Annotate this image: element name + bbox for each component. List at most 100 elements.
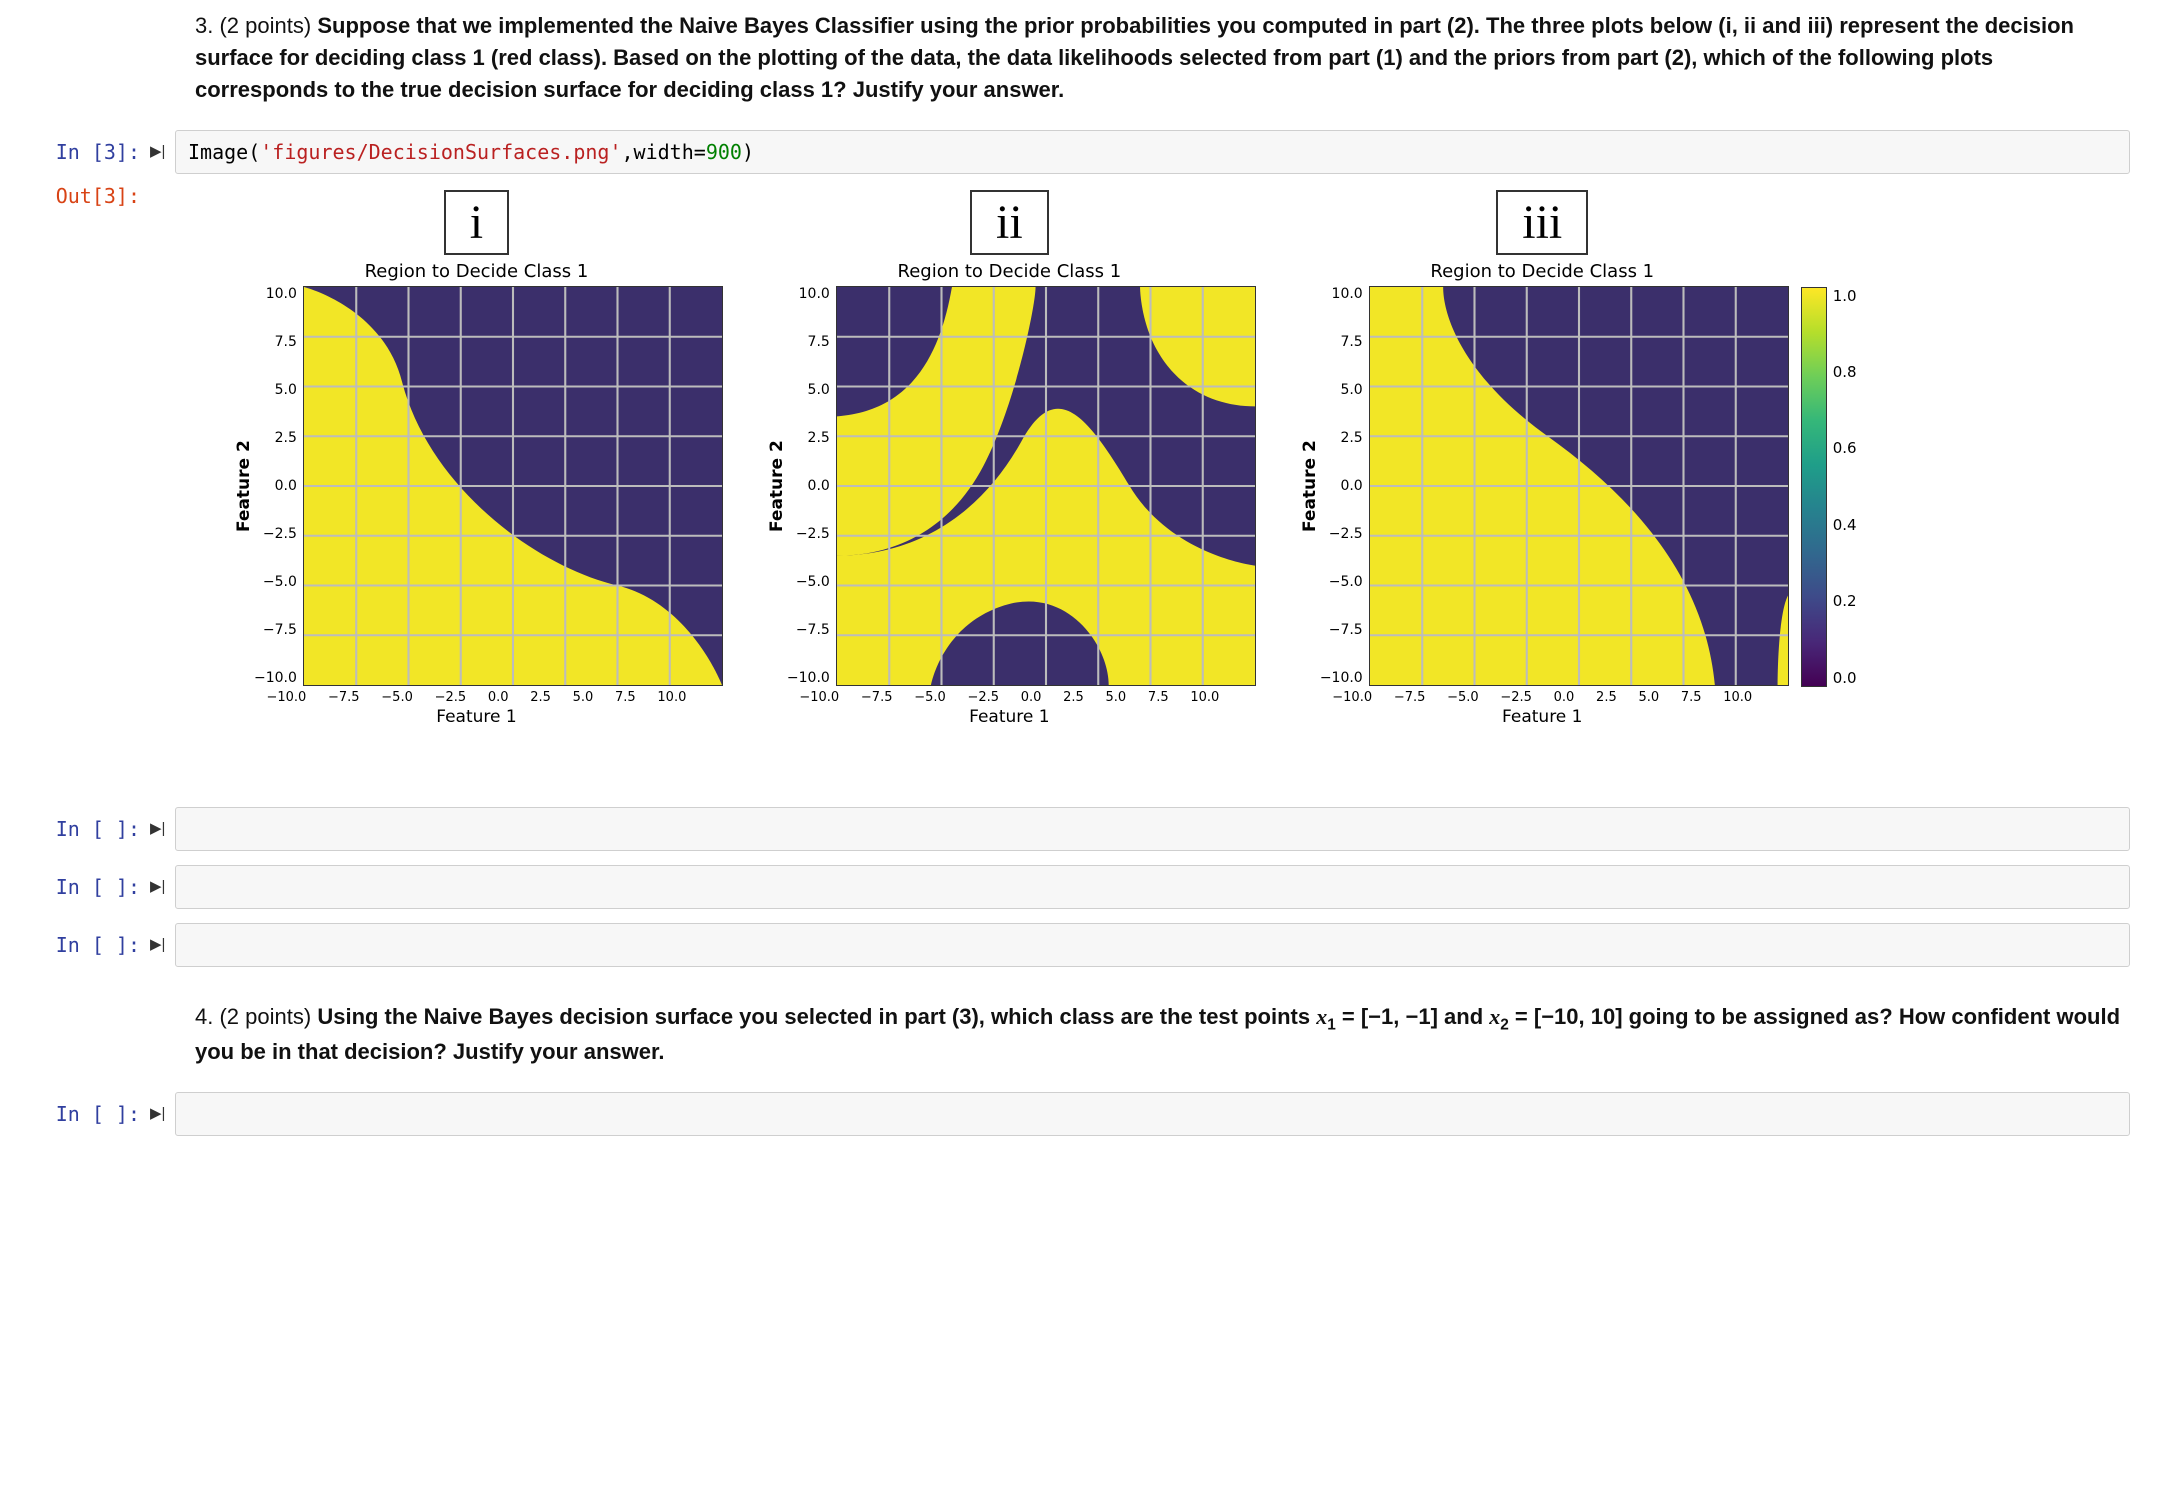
cbar-tick: 0.6	[1833, 439, 1857, 457]
prompt-in-3: In [3]:	[0, 130, 150, 164]
cbar-tick: 0.0	[1833, 669, 1857, 687]
code-func: Image	[188, 140, 248, 164]
plot-i-label: i	[444, 190, 509, 255]
run-cell-icon[interactable]: ▶|	[150, 1092, 175, 1122]
xtick: 10.0	[657, 690, 686, 705]
spacer-icon	[150, 174, 175, 186]
xtick: −5.0	[914, 690, 946, 705]
empty-cell-4: In [ ]: ▶|	[0, 1092, 2130, 1136]
ytick: −2.5	[254, 526, 297, 542]
plots-row: i Region to Decide Class 1 Feature 2 10.…	[230, 190, 1789, 727]
plot-iii-ylabel: Feature 2	[1296, 286, 1320, 686]
xtick: 10.0	[1723, 690, 1752, 705]
code-str: 'figures/DecisionSurfaces.png'	[260, 140, 621, 164]
ytick: −2.5	[1320, 526, 1363, 542]
ytick: 0.0	[254, 478, 297, 494]
ytick: −5.0	[254, 574, 297, 590]
output-area-3: i Region to Decide Class 1 Feature 2 10.…	[175, 174, 2130, 737]
xtick: 2.5	[1596, 690, 1617, 705]
run-cell-icon[interactable]: ▶|	[150, 807, 175, 837]
xtick: 7.5	[1148, 690, 1169, 705]
xtick: 0.0	[488, 690, 509, 705]
q4-points: (2 points)	[219, 1004, 311, 1029]
xtick: 5.0	[1106, 690, 1127, 705]
plot-iii-yticks: 10.0 7.5 5.0 2.5 0.0 −2.5 −5.0 −7.5 −10.…	[1320, 286, 1369, 686]
code-input-empty[interactable]	[175, 1092, 2130, 1136]
code-sep: ,	[622, 140, 634, 164]
ytick: 5.0	[1320, 382, 1363, 398]
cbar-tick: 1.0	[1833, 287, 1857, 305]
ytick: 0.0	[1320, 478, 1363, 494]
xtick: 10.0	[1190, 690, 1219, 705]
q3-points: (2 points)	[219, 13, 311, 38]
ytick: −10.0	[787, 670, 830, 686]
q4-eq1: = [−1, −1]	[1336, 1004, 1438, 1029]
ytick: 7.5	[1320, 334, 1363, 350]
q4-x2sub: 2	[1500, 1016, 1509, 1033]
plot-ii-ylabel: Feature 2	[763, 286, 787, 686]
output-cell-3: Out[3]: i Region to Decide Class 1 Featu…	[0, 174, 2130, 737]
ytick: 2.5	[254, 430, 297, 446]
q3-text: Suppose that we implemented the Naive Ba…	[195, 13, 2074, 102]
xtick: 5.0	[573, 690, 594, 705]
code-input-empty[interactable]	[175, 865, 2130, 909]
code-input-3[interactable]: Image('figures/DecisionSurfaces.png',wid…	[175, 130, 2130, 174]
code-input-empty[interactable]	[175, 807, 2130, 851]
ytick: 7.5	[787, 334, 830, 350]
ytick: 2.5	[1320, 430, 1363, 446]
run-cell-icon[interactable]: ▶|	[150, 865, 175, 895]
code-input-empty[interactable]	[175, 923, 2130, 967]
xtick: 0.0	[1554, 690, 1575, 705]
plot-ii-axes	[836, 286, 1256, 686]
prompt-empty: In [ ]:	[0, 923, 150, 957]
ytick: 5.0	[254, 382, 297, 398]
xtick: −2.5	[967, 690, 999, 705]
colorbar-bar	[1801, 287, 1827, 687]
prompt-empty: In [ ]:	[0, 865, 150, 899]
code-num: 900	[706, 140, 742, 164]
q4-eq2: = [−10, 10]	[1509, 1004, 1623, 1029]
empty-cell-1: In [ ]: ▶|	[0, 807, 2130, 851]
colorbar-ticks: 1.0 0.8 0.6 0.4 0.2 0.0	[1827, 287, 1857, 687]
q4-prefix: Using the Naive Bayes decision surface y…	[317, 1004, 1316, 1029]
xtick: 0.0	[1021, 690, 1042, 705]
q4-x2: x	[1489, 1004, 1500, 1029]
plot-iii-xlabel: Feature 1	[1332, 705, 1752, 727]
prompt-out-3: Out[3]:	[0, 174, 150, 208]
ytick: −2.5	[787, 526, 830, 542]
code-eq: =	[694, 140, 706, 164]
ytick: −7.5	[787, 622, 830, 638]
plot-ii-label: ii	[970, 190, 1049, 255]
plot-ii-title: Region to Decide Class 1	[898, 261, 1122, 282]
question-4: 4. (2 points) Using the Naive Bayes deci…	[195, 1001, 2130, 1069]
xtick: −10.0	[266, 690, 306, 705]
ytick: −7.5	[1320, 622, 1363, 638]
plot-iii-axes	[1369, 286, 1789, 686]
code-open: (	[248, 140, 260, 164]
xtick: 2.5	[1063, 690, 1084, 705]
q4-x1: x	[1316, 1004, 1327, 1029]
plot-i: i Region to Decide Class 1 Feature 2 10.…	[230, 190, 723, 727]
ytick: 0.0	[787, 478, 830, 494]
q4-number: 4.	[195, 1004, 213, 1029]
plot-ii-xlabel: Feature 1	[799, 705, 1219, 727]
xtick: −7.5	[1394, 690, 1426, 705]
ytick: 2.5	[787, 430, 830, 446]
run-cell-icon[interactable]: ▶|	[150, 923, 175, 953]
plot-i-xticks: −10.0 −7.5 −5.0 −2.5 0.0 2.5 5.0 7.5 10.…	[266, 686, 686, 705]
prompt-empty: In [ ]:	[0, 807, 150, 841]
xtick: −10.0	[1332, 690, 1372, 705]
run-cell-icon[interactable]: ▶|	[150, 130, 175, 160]
xtick: −10.0	[799, 690, 839, 705]
code-kw: width	[634, 140, 694, 164]
cbar-tick: 0.2	[1833, 592, 1857, 610]
plot-iii-title: Region to Decide Class 1	[1430, 261, 1654, 282]
xtick: −7.5	[328, 690, 360, 705]
ytick: −10.0	[254, 670, 297, 686]
question-3: 3. (2 points) Suppose that we implemente…	[195, 10, 2130, 106]
q4-x1sub: 1	[1327, 1016, 1336, 1033]
xtick: 2.5	[530, 690, 551, 705]
ytick: 10.0	[787, 286, 830, 302]
ytick: −10.0	[1320, 670, 1363, 686]
colorbar: 1.0 0.8 0.6 0.4 0.2 0.0	[1801, 287, 1857, 687]
